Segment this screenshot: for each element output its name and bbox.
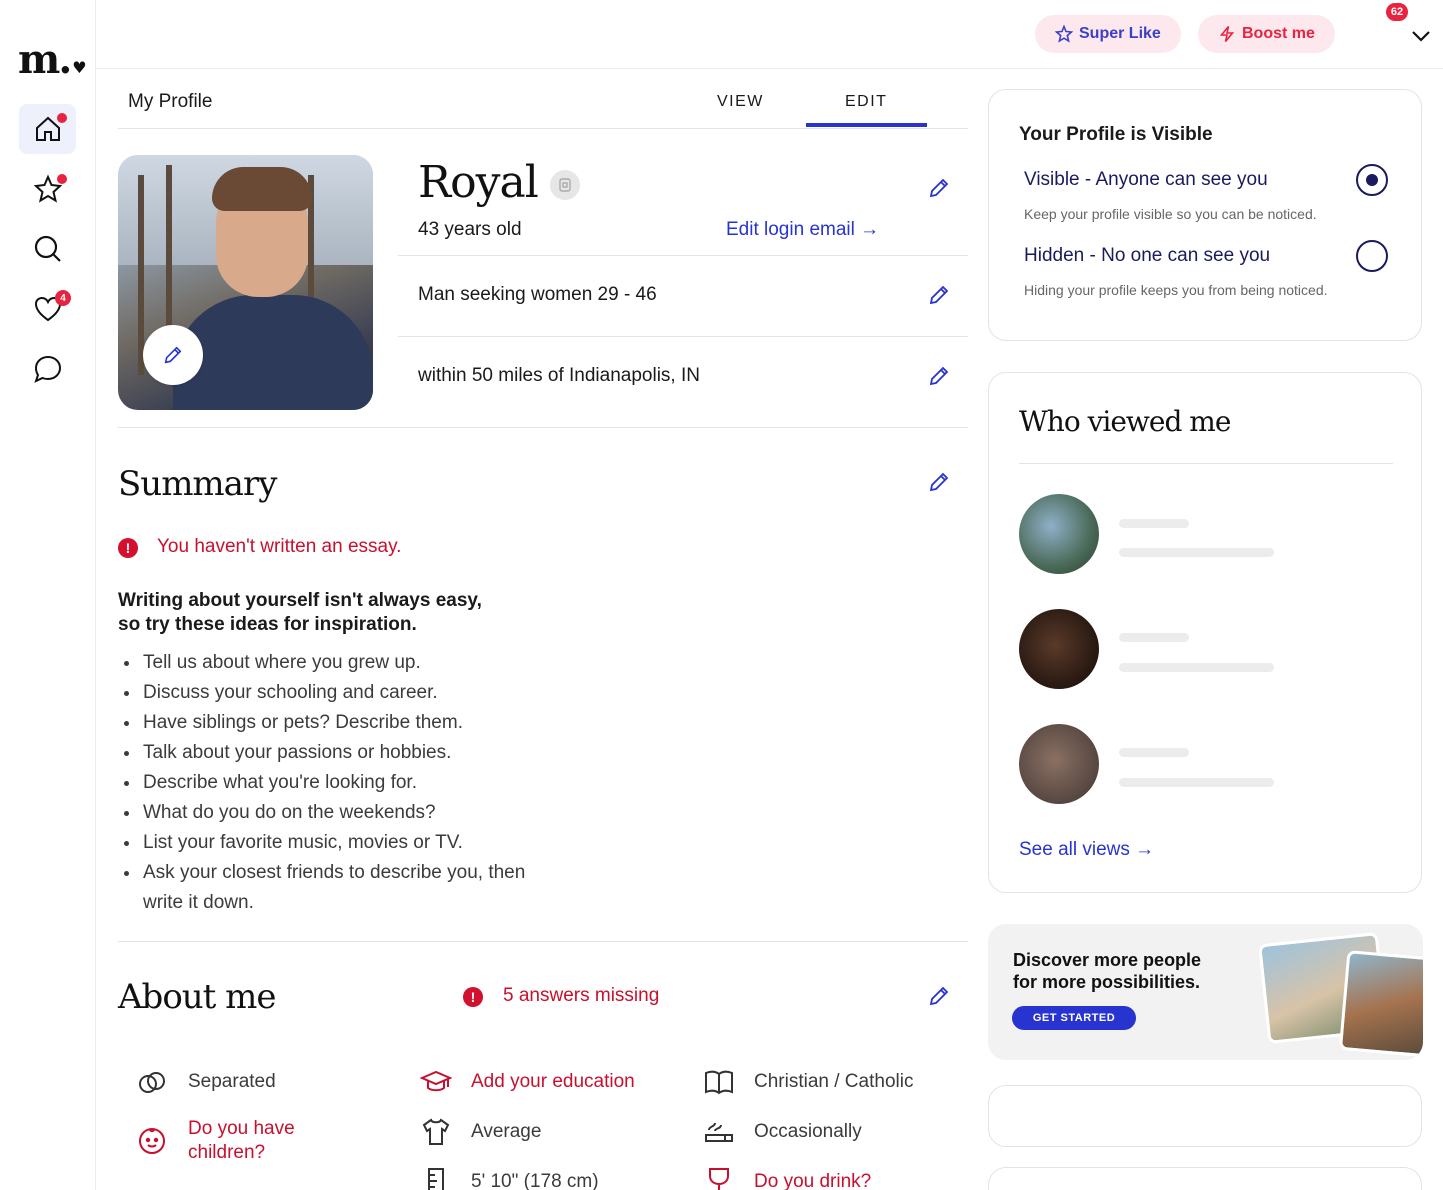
visible-option-label[interactable]: Visible - Anyone can see you	[1024, 169, 1268, 191]
promo-photo	[1338, 950, 1423, 1058]
alert-icon: !	[118, 538, 138, 558]
likes-count-badge: 4	[55, 290, 71, 306]
viewer-avatar[interactable]	[1019, 724, 1099, 804]
shirt-icon	[422, 1118, 450, 1145]
top-bar: Super Like Boost me 62	[96, 0, 1443, 69]
edit-summary-pencil-icon[interactable]	[928, 471, 950, 493]
chevron-down-icon[interactable]	[1409, 24, 1433, 48]
edit-seeking-pencil-icon[interactable]	[928, 284, 950, 306]
boost-label: Boost me	[1242, 25, 1315, 42]
rings-icon	[139, 1072, 165, 1093]
visibility-title: Your Profile is Visible	[1019, 124, 1213, 145]
hidden-option-hint: Hiding your profile keeps you from being…	[1024, 282, 1328, 298]
nav-likes[interactable]: 4	[19, 284, 76, 334]
drinking-prompt[interactable]: Do you drink?	[754, 1170, 871, 1190]
viewer-avatar[interactable]	[1019, 494, 1099, 574]
nav-favorites[interactable]	[19, 164, 76, 214]
who-viewed-title: Who viewed me	[1019, 405, 1231, 438]
ideas-list: Tell us about where you grew up. Discuss…	[124, 648, 563, 918]
empty-card	[988, 1167, 1422, 1190]
profile-main: My Profile VIEW EDIT Royal 43 years old …	[118, 69, 968, 1190]
summary-title: Summary	[118, 464, 277, 504]
edit-login-email-link[interactable]: Edit login email →	[726, 219, 879, 241]
promo-banner[interactable]: Discover more people for more possibilit…	[988, 924, 1423, 1060]
left-nav-rail: m. ♥ 4	[0, 0, 96, 1190]
list-item: List your favorite music, movies or TV.	[124, 828, 563, 858]
promo-text: Discover more people for more possibilit…	[1013, 950, 1202, 992]
notifications-badge: 62	[1386, 3, 1408, 21]
edit-about-pencil-icon[interactable]	[928, 985, 950, 1007]
empty-card	[988, 1085, 1422, 1147]
baby-face-icon	[139, 1128, 165, 1154]
essay-warning: You haven't written an essay.	[157, 536, 402, 557]
profile-age: 43 years old	[418, 219, 522, 240]
religion[interactable]: Christian / Catholic	[754, 1070, 913, 1094]
smoking-icon	[705, 1122, 733, 1142]
open-book-icon	[705, 1070, 733, 1095]
hidden-radio[interactable]	[1356, 240, 1388, 272]
wine-glass-icon	[709, 1168, 729, 1190]
tab-edit[interactable]: EDIT	[845, 93, 887, 111]
nav-search[interactable]	[19, 224, 76, 274]
active-tab-indicator	[806, 123, 927, 127]
edit-name-pencil-icon[interactable]	[928, 177, 950, 199]
list-item: Describe what you're looking for.	[124, 768, 563, 798]
children-prompt[interactable]: Do you have children?	[188, 1117, 318, 1165]
visible-option-hint: Keep your profile visible so you can be …	[1024, 206, 1317, 222]
home-notification-dot	[57, 113, 67, 123]
answers-missing-text: 5 answers missing	[503, 985, 660, 1006]
list-item: Ask your closest friends to describe you…	[124, 858, 563, 918]
list-item: What do you do on the weekends?	[124, 798, 563, 828]
hidden-option-label[interactable]: Hidden - No one can see you	[1024, 245, 1270, 267]
favorites-notification-dot	[57, 174, 67, 184]
list-item: Talk about your passions or hobbies.	[124, 738, 563, 768]
who-viewed-card: Who viewed me See all views →	[988, 372, 1422, 893]
viewer-avatar[interactable]	[1019, 609, 1099, 689]
verify-badge-icon[interactable]	[550, 170, 580, 200]
smoking[interactable]: Occasionally	[754, 1120, 862, 1144]
about-me-title: About me	[118, 977, 277, 1017]
lightning-icon	[1219, 25, 1235, 43]
ideas-heading: Writing about yourself isn't always easy…	[118, 590, 482, 635]
profile-name: Royal	[418, 157, 539, 208]
boost-button[interactable]: Boost me	[1198, 15, 1335, 53]
page-title: My Profile	[128, 91, 213, 112]
nav-home[interactable]	[19, 104, 76, 154]
see-all-views-link[interactable]: See all views →	[1019, 839, 1154, 861]
nav-messages[interactable]	[19, 344, 76, 394]
list-item: Tell us about where you grew up.	[124, 648, 563, 678]
get-started-button[interactable]: GET STARTED	[1012, 1006, 1136, 1030]
edit-photo-button[interactable]	[143, 325, 203, 385]
alert-icon: !	[463, 987, 483, 1007]
profile-tabs-row: My Profile VIEW EDIT	[118, 69, 968, 129]
star-outline-icon	[1055, 25, 1073, 43]
seeking-text: Man seeking women 29 - 46	[418, 284, 657, 305]
pencil-icon	[164, 346, 182, 364]
body-type[interactable]: Average	[471, 1120, 541, 1144]
super-like-label: Super Like	[1079, 25, 1161, 42]
visibility-card: Your Profile is Visible Visible - Anyone…	[988, 89, 1422, 341]
height[interactable]: 5' 10" (178 cm)	[471, 1170, 599, 1190]
ruler-icon	[428, 1168, 444, 1190]
location-text: within 50 miles of Indianapolis, IN	[418, 365, 700, 386]
marital-status[interactable]: Separated	[188, 1070, 276, 1094]
search-icon	[34, 235, 61, 262]
profile-photo[interactable]	[118, 155, 373, 410]
list-item: Have siblings or pets? Describe them.	[124, 708, 563, 738]
list-item: Discuss your schooling and career.	[124, 678, 563, 708]
super-like-button[interactable]: Super Like	[1035, 15, 1181, 53]
graduation-cap-icon	[420, 1070, 452, 1092]
education-prompt[interactable]: Add your education	[471, 1070, 635, 1094]
tab-view[interactable]: VIEW	[717, 93, 764, 111]
brand-logo[interactable]: m. ♥	[18, 40, 87, 88]
chat-bubble-icon	[33, 355, 61, 383]
edit-location-pencil-icon[interactable]	[928, 365, 950, 387]
visible-radio[interactable]	[1356, 164, 1388, 196]
